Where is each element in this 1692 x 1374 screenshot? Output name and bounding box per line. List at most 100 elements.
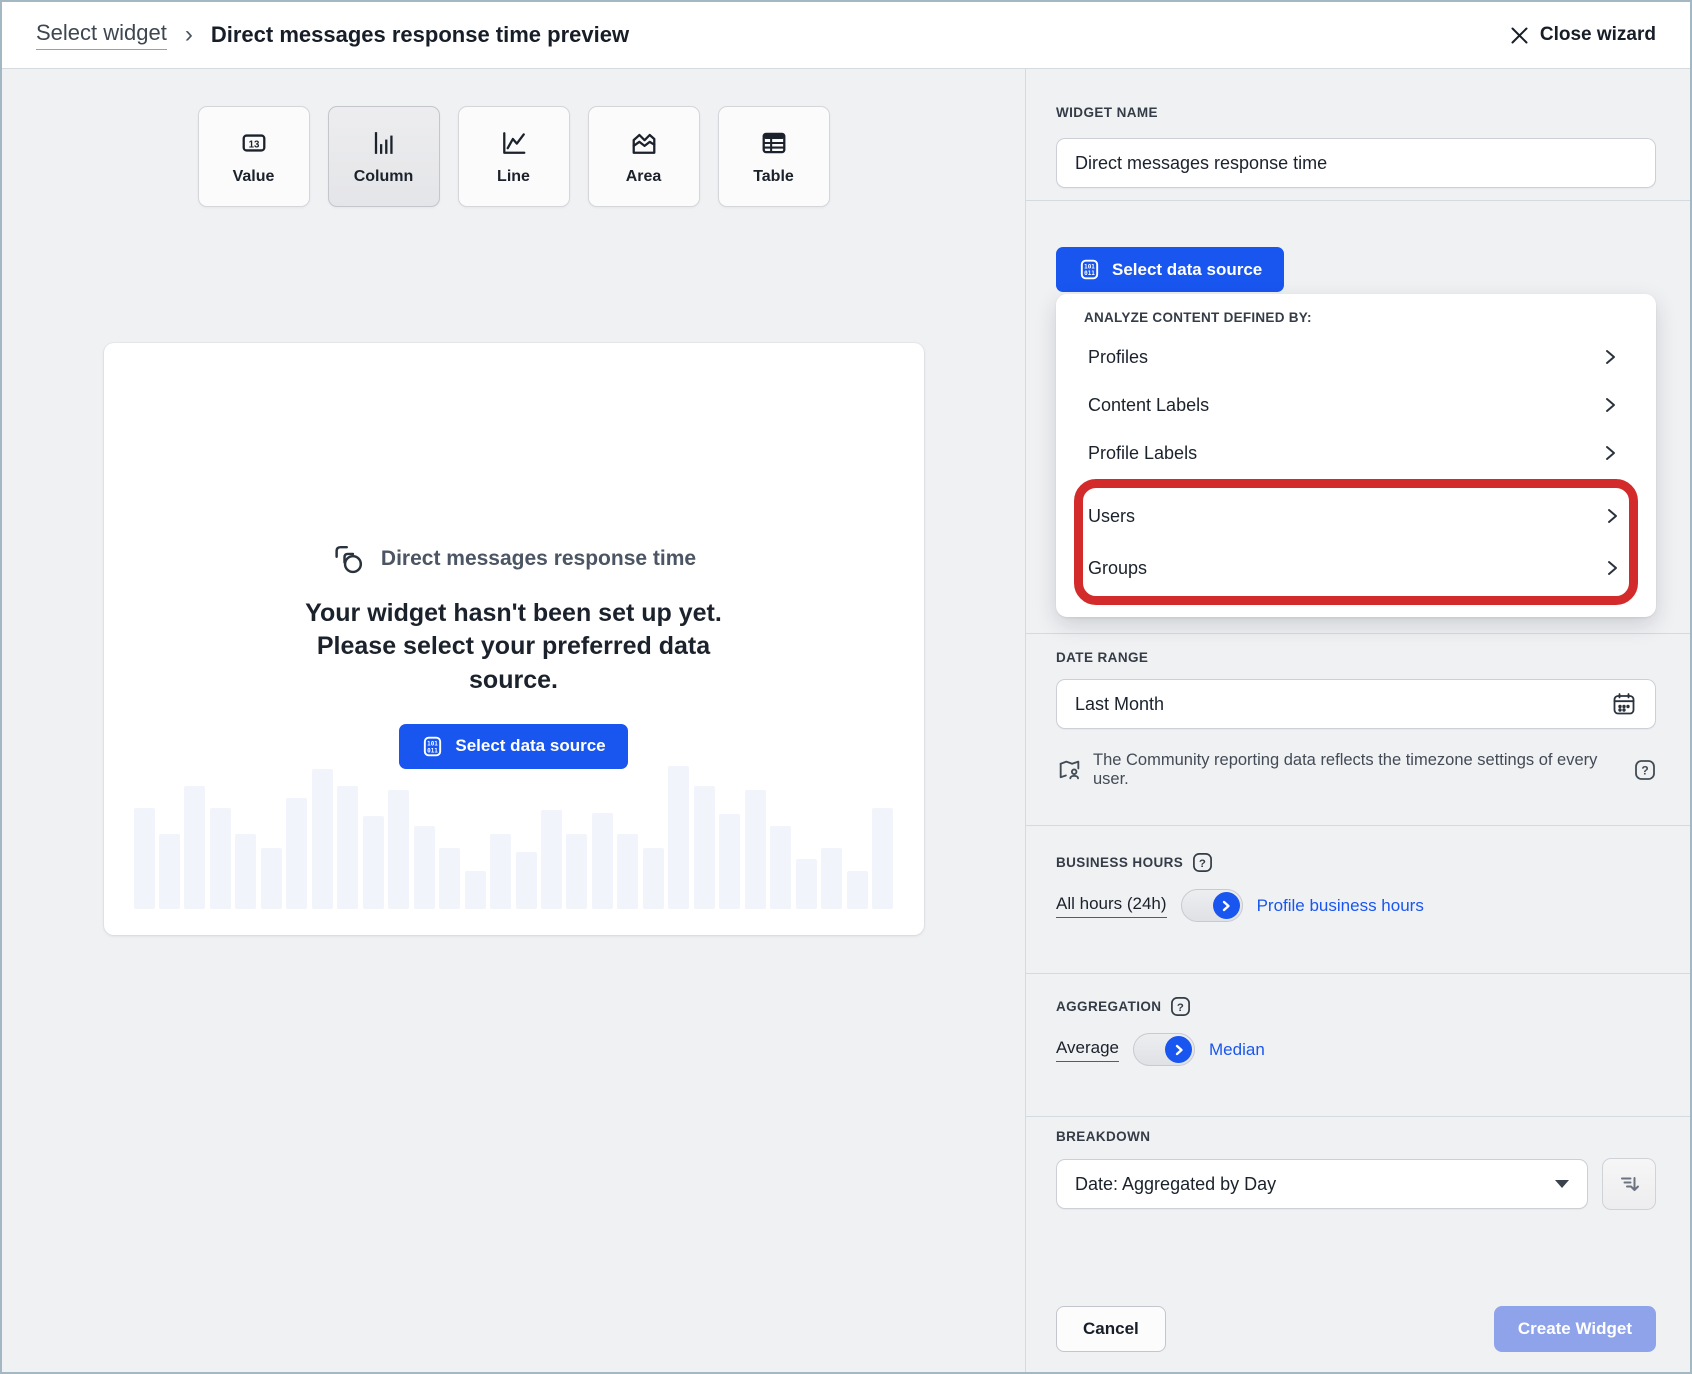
aggregation-label: AGGREGATION: [1056, 999, 1161, 1014]
placeholder-bar: [796, 859, 817, 909]
svg-text:13: 13: [248, 139, 259, 150]
data-source-option-profiles[interactable]: Profiles: [1078, 333, 1634, 381]
placeholder-bar: [643, 848, 664, 909]
placeholder-bar: [286, 798, 307, 909]
help-icon[interactable]: ?: [1170, 996, 1191, 1017]
column-chart-icon: [368, 127, 400, 159]
caret-down-icon: [1555, 1180, 1569, 1188]
placeholder-bar: [847, 871, 868, 909]
wizard-window: Select widget › Direct messages response…: [0, 0, 1692, 1374]
svg-text:?: ?: [1199, 858, 1206, 870]
data-source-option-content-labels[interactable]: Content Labels: [1078, 381, 1634, 429]
preview-pane: 13 Value Column Line: [2, 69, 1026, 1372]
svg-text:011: 011: [428, 747, 439, 754]
close-wizard-button[interactable]: Close wizard: [1510, 24, 1656, 46]
select-data-source-button[interactable]: 101011 Select data source: [1056, 247, 1284, 292]
placeholder-bar-chart: [134, 757, 894, 909]
sort-order-button[interactable]: [1602, 1158, 1656, 1210]
placeholder-bar: [719, 814, 740, 909]
data-source-option-users[interactable]: Users: [1083, 490, 1629, 542]
placeholder-bar: [821, 848, 842, 909]
placeholder-bar: [184, 786, 205, 909]
highlight-annotation: Users Groups: [1074, 479, 1638, 605]
widget-type-table[interactable]: Table: [718, 106, 830, 207]
chevron-right-icon: [1600, 395, 1620, 415]
widget-type-column[interactable]: Column: [328, 106, 440, 207]
placeholder-bar: [159, 834, 180, 909]
toggle-knob-chevron-icon: [1213, 892, 1240, 919]
median-label[interactable]: Median: [1209, 1040, 1265, 1060]
widget-name-input[interactable]: [1056, 138, 1656, 188]
placeholder-bar: [210, 808, 231, 909]
placeholder-bar: [516, 852, 537, 909]
svg-text:?: ?: [1641, 764, 1648, 778]
data-source-option-groups[interactable]: Groups: [1083, 542, 1629, 594]
chevron-right-icon: [1600, 347, 1620, 367]
profile-business-hours-label[interactable]: Profile business hours: [1257, 896, 1424, 916]
dropdown-header: ANALYZE CONTENT DEFINED BY:: [1078, 310, 1634, 325]
timezone-note: The Community reporting data reflects th…: [1093, 751, 1624, 789]
svg-text:?: ?: [1177, 1002, 1184, 1014]
placeholder-bar: [592, 813, 613, 909]
cancel-button[interactable]: Cancel: [1056, 1306, 1166, 1352]
value-widget-icon: 13: [238, 127, 270, 159]
calendar-icon: [1611, 691, 1637, 717]
business-hours-toggle[interactable]: [1181, 889, 1243, 922]
chevron-right-icon: [1602, 558, 1622, 578]
widget-type-area[interactable]: Area: [588, 106, 700, 207]
placeholder-bar: [770, 826, 791, 909]
date-range-input[interactable]: Last Month: [1056, 679, 1656, 729]
breadcrumb-chevron-icon: ›: [185, 21, 193, 49]
widget-name-label: WIDGET NAME: [1056, 105, 1656, 120]
placeholder-bar: [541, 810, 562, 909]
placeholder-bar: [617, 834, 638, 909]
page-title: Direct messages response time preview: [211, 22, 629, 48]
empty-widget-icon: [331, 541, 367, 577]
toggle-knob-chevron-icon: [1165, 1036, 1192, 1063]
placeholder-bar: [694, 786, 715, 909]
placeholder-bar: [337, 786, 358, 909]
settings-sidebar: WIDGET NAME 101011 Select data source AN…: [1026, 69, 1690, 1372]
select-data-source-button-preview[interactable]: 101011 Select data source: [399, 724, 627, 769]
breakdown-select[interactable]: Date: Aggregated by Day: [1056, 1159, 1588, 1209]
data-source-option-profile-labels[interactable]: Profile Labels: [1078, 429, 1634, 477]
placeholder-bar: [668, 766, 689, 909]
widget-type-line[interactable]: Line: [458, 106, 570, 207]
all-hours-label[interactable]: All hours (24h): [1056, 894, 1167, 918]
average-label[interactable]: Average: [1056, 1038, 1119, 1062]
line-chart-icon: [498, 127, 530, 159]
widget-type-value[interactable]: 13 Value: [198, 106, 310, 207]
breadcrumb-select-widget[interactable]: Select widget: [36, 20, 167, 50]
data-source-icon: 101011: [1078, 258, 1101, 281]
preview-widget-title: Direct messages response time: [381, 547, 696, 571]
table-icon: [758, 127, 790, 159]
widget-preview-card: Direct messages response time Your widge…: [104, 343, 924, 935]
placeholder-bar: [490, 834, 511, 909]
placeholder-bar: [439, 848, 460, 909]
placeholder-bar: [388, 790, 409, 909]
placeholder-bar: [414, 826, 435, 909]
svg-text:011: 011: [1084, 270, 1095, 277]
area-chart-icon: [628, 127, 660, 159]
aggregation-toggle[interactable]: [1133, 1033, 1195, 1066]
placeholder-bar: [566, 834, 587, 909]
data-source-dropdown: ANALYZE CONTENT DEFINED BY: Profiles Con…: [1056, 294, 1656, 617]
data-source-icon: 101011: [421, 735, 444, 758]
placeholder-bar: [235, 834, 256, 909]
sort-descending-icon: [1617, 1172, 1641, 1196]
chevron-right-icon: [1602, 506, 1622, 526]
close-icon: [1510, 26, 1529, 45]
help-icon[interactable]: ?: [1634, 759, 1656, 781]
placeholder-bar: [872, 808, 893, 909]
create-widget-button[interactable]: Create Widget: [1494, 1306, 1656, 1352]
breakdown-label: BREAKDOWN: [1056, 1129, 1656, 1144]
empty-state-heading: Your widget hasn't been set up yet. Plea…: [298, 597, 730, 697]
date-range-label: DATE RANGE: [1056, 650, 1656, 665]
placeholder-bar: [134, 808, 155, 909]
chevron-right-icon: [1600, 443, 1620, 463]
placeholder-bar: [312, 769, 333, 909]
timezone-map-icon: [1056, 757, 1083, 784]
placeholder-bar: [363, 816, 384, 909]
top-bar: Select widget › Direct messages response…: [2, 2, 1690, 69]
help-icon[interactable]: ?: [1192, 852, 1213, 873]
